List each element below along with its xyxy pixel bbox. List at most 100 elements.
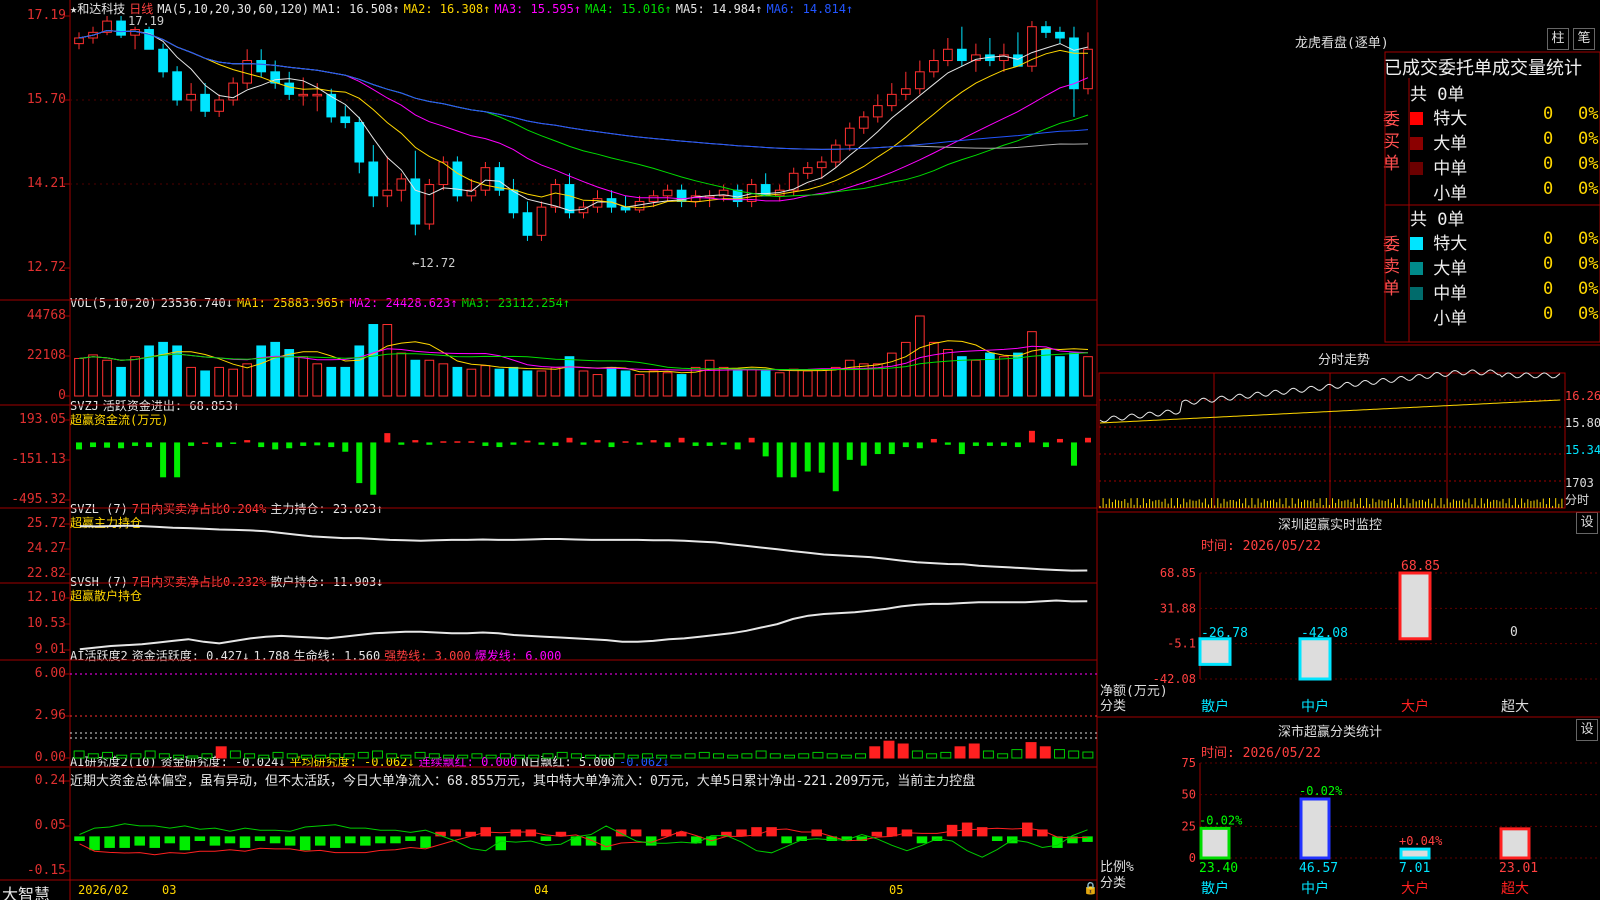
volume-bar xyxy=(354,345,365,397)
fund-flow-bar xyxy=(678,437,685,443)
fund-flow-bar xyxy=(566,437,573,443)
volume-bar xyxy=(1041,349,1051,397)
fund-flow-bar xyxy=(636,442,643,445)
candle-body xyxy=(256,60,267,73)
activity-bar xyxy=(585,754,597,759)
research-bar xyxy=(224,836,236,844)
activity-bar xyxy=(997,753,1009,759)
volume-bar xyxy=(214,366,224,397)
research-bar xyxy=(540,836,552,841)
fund-flow-bar xyxy=(832,442,839,492)
chart-canvas[interactable]: 68.85 31.88 -5.1 -42.08 -26.78 散户 -42.08 中户 68.8… xyxy=(0,0,1600,900)
fund-flow-bar xyxy=(356,442,363,484)
research-bar xyxy=(1022,822,1033,837)
activity-bar xyxy=(755,750,767,759)
activity-bar xyxy=(656,754,668,759)
fund-flow-bar xyxy=(258,442,265,448)
class-y-label-2: 25 xyxy=(1182,819,1196,833)
research-bar xyxy=(134,836,145,846)
volume-bar xyxy=(914,315,925,397)
fund-flow-bar xyxy=(1028,430,1035,443)
volume-bar xyxy=(943,349,953,397)
candle-body xyxy=(522,212,533,236)
fund-flow-bar xyxy=(104,442,111,448)
activity-bar xyxy=(926,753,938,759)
activity-bar xyxy=(386,753,398,759)
research-bar xyxy=(269,836,281,844)
research-bar xyxy=(691,836,702,844)
candle-body xyxy=(312,93,323,97)
candle-body xyxy=(957,48,967,62)
activity-bar xyxy=(428,753,440,759)
fund-flow-bar xyxy=(580,442,587,445)
class-value: 23.40 xyxy=(1199,861,1238,876)
candle-body xyxy=(480,167,491,191)
activity-bar xyxy=(798,753,810,759)
volume-bar xyxy=(606,366,617,397)
research-bar xyxy=(871,831,883,837)
class-y-label-0: 75 xyxy=(1182,756,1196,770)
volume-bar xyxy=(242,363,253,397)
volume-bar xyxy=(662,372,673,397)
class-category: 大户 xyxy=(1401,880,1429,897)
activity-bar xyxy=(940,751,952,759)
activity-bar xyxy=(187,755,199,759)
fund-flow-bar xyxy=(846,442,853,460)
activity-bar xyxy=(1025,742,1037,759)
activity-bar xyxy=(1068,750,1080,759)
activity-bar xyxy=(414,751,426,759)
order-stats-frame xyxy=(1384,51,1600,343)
research-bar xyxy=(781,836,792,844)
fund-flow-bar xyxy=(76,442,83,450)
fund-flow-bar xyxy=(174,442,181,478)
ma2-line xyxy=(78,29,1088,209)
research-bar xyxy=(360,836,371,846)
fund-flow-bar xyxy=(748,437,755,443)
research-bar xyxy=(510,829,522,837)
volume-bar xyxy=(340,366,351,397)
fund-flow-bar xyxy=(426,442,433,445)
activity-bar xyxy=(1011,749,1023,759)
monitor-y-label-3: -42.08 xyxy=(1153,672,1196,686)
volume-bar xyxy=(172,345,182,397)
class-y-label-3: 0 xyxy=(1189,851,1196,865)
candle-body xyxy=(802,167,813,174)
activity-bar xyxy=(158,753,170,759)
monitor-bar xyxy=(1398,571,1432,641)
research-bar xyxy=(991,836,1003,841)
volume-bar xyxy=(830,366,841,397)
candle-body xyxy=(1083,48,1093,90)
volume-bar xyxy=(466,368,477,397)
candle-body xyxy=(886,93,897,107)
candle-body xyxy=(900,88,911,95)
candle-body xyxy=(830,144,841,163)
volume-bar xyxy=(102,359,112,397)
volume-bar xyxy=(971,359,981,397)
candle-body xyxy=(368,161,379,197)
volume-bar xyxy=(424,359,435,397)
activity-bar xyxy=(954,746,966,759)
volume-bar xyxy=(957,356,967,397)
candle-body xyxy=(536,206,547,236)
fund-flow-bar xyxy=(1070,442,1077,466)
activity-bar xyxy=(741,753,753,759)
ma3-line xyxy=(78,29,1089,202)
research-bar xyxy=(405,836,416,841)
fund-flow-bar xyxy=(328,442,335,448)
activity-bar xyxy=(215,746,227,759)
candle-body xyxy=(452,161,463,197)
fund-flow-bar xyxy=(1042,442,1049,448)
candle-body xyxy=(648,195,659,202)
research-bar xyxy=(375,836,386,844)
volume-bar xyxy=(578,370,589,397)
activity-bar xyxy=(229,750,241,759)
volume-bar xyxy=(116,366,126,397)
volume-bar xyxy=(1013,352,1023,397)
activity-bar xyxy=(372,750,383,759)
activity-bar xyxy=(471,753,483,759)
fund-flow-bar xyxy=(860,442,867,466)
fund-flow-bar xyxy=(762,442,769,457)
candle-body xyxy=(1055,31,1065,39)
volume-bar xyxy=(592,374,603,397)
volume-bar xyxy=(802,370,813,397)
